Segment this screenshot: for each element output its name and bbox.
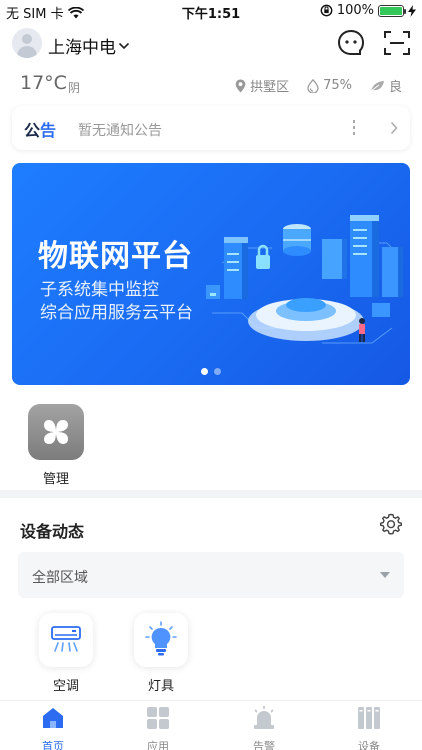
notice-text: 暂无通知公告 — [78, 123, 162, 139]
section-divider — [0, 490, 422, 498]
manage-app-icon — [28, 404, 84, 460]
weather-bar: 17°C 阴 拱墅区 75% 良 — [0, 70, 422, 98]
region-select[interactable]: 全部区域 — [18, 552, 404, 598]
tab-alarms[interactable]: 告警 — [234, 705, 294, 750]
location-pin-icon — [235, 79, 246, 92]
tab-label: 设备 — [358, 740, 380, 750]
notice-pager-icon — [353, 120, 355, 135]
weather-condition: 阴 — [68, 81, 81, 95]
banner-subtitle-1: 子系统集中监控 — [40, 280, 159, 300]
device-light[interactable]: 灯具 — [133, 613, 189, 694]
notice-bar[interactable]: 公告 暂无通知公告 — [12, 106, 410, 150]
banner-pager-dot[interactable] — [201, 368, 208, 375]
air-conditioner-icon — [39, 613, 93, 667]
home-icon — [43, 708, 63, 728]
chevron-right-icon — [390, 121, 398, 135]
caret-down-icon — [380, 572, 390, 578]
alarm-icon — [254, 706, 274, 729]
gear-icon[interactable] — [380, 513, 402, 535]
tab-label: 首页 — [42, 740, 64, 750]
manage-app[interactable]: 管理 — [28, 404, 84, 487]
tab-label: 告警 — [253, 740, 275, 750]
leaf-icon — [370, 80, 384, 91]
region-select-value: 全部区域 — [32, 570, 88, 586]
orientation-lock-icon — [320, 4, 333, 17]
scan-icon[interactable] — [382, 28, 412, 58]
banner-pager[interactable] — [12, 368, 410, 375]
tab-devices[interactable]: 设备 — [339, 705, 399, 750]
top-header: 上海中电 — [0, 24, 422, 64]
tab-bar: 首页 应用 告警 设备 — [0, 700, 422, 750]
apps-grid-icon — [147, 707, 169, 729]
iot-illustration — [206, 215, 403, 344]
city-selector[interactable]: 上海中电 — [48, 33, 130, 58]
battery-icon — [378, 4, 406, 17]
banner-pager-dot[interactable] — [214, 368, 221, 375]
light-bulb-icon — [134, 613, 188, 667]
promo-banner[interactable]: 物联网平台 子系统集中监控 综合应用服务云平台 — [12, 163, 410, 385]
banner-subtitle-2: 综合应用服务云平台 — [40, 303, 193, 323]
device-icon — [358, 707, 380, 729]
avatar[interactable] — [12, 28, 42, 58]
humidity-value: 75% — [323, 78, 352, 93]
banner-title: 物联网平台 — [38, 239, 193, 274]
status-bar: 无 SIM 卡 下午1:51 100% — [0, 0, 422, 22]
humidity-icon — [307, 78, 319, 93]
notice-tag: 公告 — [24, 121, 57, 140]
tab-label: 应用 — [147, 740, 169, 750]
charging-icon — [408, 4, 416, 17]
air-quality-value: 良 — [388, 80, 402, 95]
district-name: 拱墅区 — [250, 80, 290, 95]
chevron-down-icon — [118, 42, 130, 49]
city-name: 上海中电 — [48, 38, 116, 58]
chat-bot-icon[interactable] — [336, 28, 366, 58]
device-section-title: 设备动态 — [20, 522, 85, 541]
device-label: 灯具 — [147, 679, 174, 694]
tab-home[interactable]: 首页 — [23, 705, 83, 750]
battery-percent: 100% — [336, 3, 374, 18]
device-air-conditioner[interactable]: 空调 — [38, 613, 94, 694]
manage-app-label: 管理 — [42, 472, 69, 487]
tab-apps[interactable]: 应用 — [128, 705, 188, 750]
device-label: 空调 — [52, 679, 79, 694]
temperature: 17°C — [20, 72, 67, 94]
